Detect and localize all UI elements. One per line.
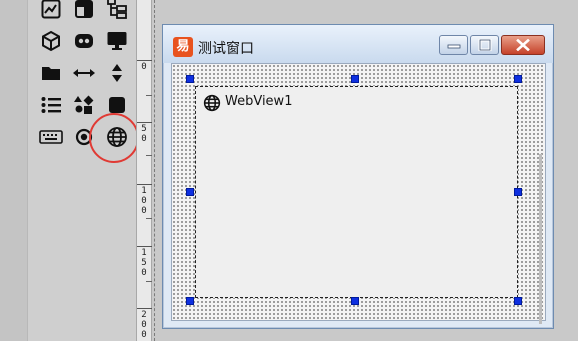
list-icon[interactable] (38, 93, 64, 117)
resize-handle-bottom[interactable] (351, 297, 359, 305)
picture-icon[interactable] (38, 0, 64, 21)
resize-handle-top-left[interactable] (186, 75, 194, 83)
ruler-mark (137, 308, 152, 309)
ruler-tick (146, 95, 152, 96)
gamepad-icon[interactable] (71, 29, 97, 53)
ruler-tick (146, 218, 152, 219)
minimize-button[interactable] (439, 35, 468, 55)
resize-handle-bottom-left[interactable] (186, 297, 194, 305)
window-title: 测试窗口 (198, 41, 254, 57)
tool-palette (0, 0, 139, 341)
margin-guide (154, 0, 155, 341)
vertical-ruler: 0 5 0 1 0 0 1 5 0 2 0 0 (136, 0, 152, 341)
title-bar[interactable]: 易 测试窗口 (163, 25, 553, 63)
keyboard-icon[interactable] (38, 125, 64, 149)
folder-icon[interactable] (38, 61, 64, 85)
webview-control[interactable]: WebView1 (195, 86, 518, 298)
resize-handle-left[interactable] (186, 188, 194, 196)
monitor-icon[interactable] (104, 29, 130, 53)
panel-icon[interactable] (71, 0, 97, 21)
ruler-tick (146, 281, 152, 282)
resize-handle-bottom-right[interactable] (514, 297, 522, 305)
minimize-icon (447, 44, 460, 49)
close-button[interactable] (501, 35, 545, 55)
vertical-arrows-icon[interactable] (104, 61, 130, 85)
ruler-label: 1 5 0 (141, 248, 147, 278)
ruler-mark (137, 122, 152, 123)
webview-label: WebView1 (225, 94, 293, 109)
highlight-circle (89, 113, 139, 163)
resize-handle-right[interactable] (514, 188, 522, 196)
ruler-tick (146, 155, 152, 156)
ruler-label: 0 (141, 62, 147, 72)
ruler-label: 2 0 0 (141, 310, 147, 340)
ruler-label: 1 0 0 (141, 186, 147, 216)
palette-strip (0, 0, 28, 341)
scrollbar[interactable] (539, 154, 542, 324)
globe-icon (203, 94, 221, 116)
maximize-button[interactable] (470, 35, 499, 55)
tree-icon[interactable] (104, 0, 130, 21)
window-controls (439, 35, 545, 55)
app-icon: 易 (173, 37, 193, 57)
resize-handle-top-right[interactable] (514, 75, 522, 83)
resize-handle-top[interactable] (351, 75, 359, 83)
ruler-mark (137, 60, 152, 61)
ruler-mark (137, 184, 152, 185)
ruler-label: 5 0 (141, 124, 147, 144)
close-icon (516, 39, 530, 51)
maximize-icon (478, 39, 491, 51)
ruler-mark (137, 246, 152, 247)
shapes-icon[interactable] (71, 93, 97, 117)
cube-icon[interactable] (38, 29, 64, 53)
horizontal-arrows-icon[interactable] (71, 61, 97, 85)
